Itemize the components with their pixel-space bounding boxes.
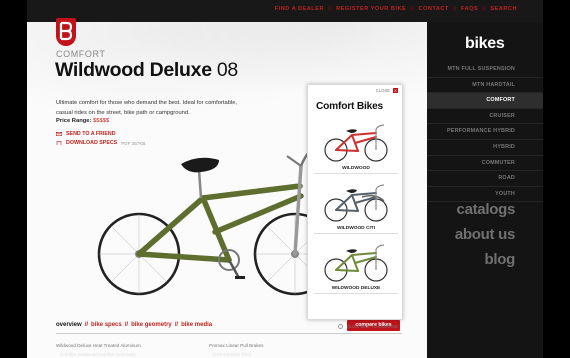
document-icon: [56, 141, 62, 145]
feature-item: Wildwood Deluxe Heat Treated Aluminum: [56, 343, 141, 348]
topnav-faqs[interactable]: FAQS: [461, 6, 478, 12]
tabs-divider: [56, 333, 402, 334]
magnifier-icon: [338, 324, 343, 329]
product-tabs: overview//bike specs//bike geometry//bik…: [56, 322, 212, 328]
sidebar-item-mtn-hardtail[interactable]: MTN HARDTAIL: [427, 78, 543, 94]
product-year: 08: [216, 59, 238, 81]
tab-bike-media[interactable]: bike media: [181, 322, 212, 328]
sidebar-item-comfort[interactable]: COMFORT: [427, 93, 543, 109]
topnav-separator: ||: [452, 6, 457, 12]
topnav-separator: ||: [482, 6, 487, 12]
price-value: $$$$$: [93, 118, 110, 124]
comfort-bikes-popup: CLOSE X Comfort Bikes WILDWOOD WILDWOOD …: [307, 84, 403, 329]
nav-catalogs[interactable]: catalogs: [427, 201, 543, 218]
sidebar-item-mtn-full-suspension[interactable]: MTN FULL SUSPENSION: [427, 62, 543, 78]
sidebar-item-road[interactable]: ROAD: [427, 171, 543, 187]
close-icon: X: [393, 88, 398, 93]
feature-item-faded: CST-Comfort Tires: [213, 352, 252, 357]
product-title: Wildwood Deluxe 08: [55, 59, 238, 82]
close-label: CLOSE: [375, 88, 390, 93]
bike-card-label: WILDWOOD CITI: [336, 226, 376, 231]
tab-overview[interactable]: overview: [56, 322, 82, 328]
bike-thumbnail: [324, 184, 388, 222]
topnav-separator: ||: [410, 6, 415, 12]
topnav-separator: ||: [328, 6, 333, 12]
bike-thumbnail: [324, 124, 388, 162]
bike-card-label: WILDWOOD DELUXE: [331, 286, 381, 291]
nav-blog[interactable]: blog: [427, 251, 543, 268]
page-frame: FIND A DEALER || REGISTER YOUR BIKE || CONTA…: [27, 0, 543, 358]
sidebar-item-hybrid[interactable]: HYBRID: [427, 140, 543, 156]
bike-card-wildwood-citi[interactable]: WILDWOOD CITI: [314, 179, 398, 234]
topnav-contact[interactable]: CONTACT: [418, 6, 448, 12]
tab-bike-specs[interactable]: bike specs: [91, 322, 122, 328]
sidebar-item-cruiser[interactable]: CRUISER: [427, 109, 543, 125]
top-nav: FIND A DEALER || REGISTER YOUR BIKE || CONTA…: [275, 6, 517, 12]
nav-about-us[interactable]: about us: [427, 226, 543, 243]
tab-separator: //: [84, 322, 89, 328]
topnav-find-dealer[interactable]: FIND A DEALER: [275, 6, 324, 12]
enlarge-hint: CLICK BIKE TO ENLARGE: [338, 324, 398, 329]
enlarge-hint-label: CLICK BIKE TO ENLARGE: [347, 324, 399, 329]
product-category: COMFORT: [56, 49, 106, 59]
bike-thumbnail: [324, 244, 388, 282]
bike-card-label: WILDWOOD: [342, 166, 370, 171]
brand-logo[interactable]: [56, 18, 76, 46]
product-bike-image[interactable]: [95, 126, 325, 316]
feature-item-faded: Comfort Frame w/ Comfort Geometry: [60, 352, 136, 357]
sidebar-item-commuter[interactable]: COMMUTER: [427, 156, 543, 172]
product-name: Wildwood Deluxe: [55, 59, 212, 81]
sidebar-title: bikes: [465, 35, 505, 52]
tab-separator: //: [124, 322, 129, 328]
tab-bike-geometry[interactable]: bike geometry: [131, 322, 172, 328]
tab-separator: //: [174, 322, 179, 328]
topnav-search[interactable]: SEARCH: [490, 6, 517, 12]
price-range: Price Range: $$$$$: [56, 118, 109, 124]
price-label: Price Range:: [56, 118, 92, 124]
product-description: Ultimate comfort for those who demand th…: [56, 100, 238, 116]
sidebar-item-performance-hybrid[interactable]: PERFORMANCE HYBRID: [427, 124, 543, 140]
topnav-register-bike[interactable]: REGISTER YOUR BIKE: [336, 6, 406, 12]
sidebar-item-youth[interactable]: YOUTH: [427, 187, 543, 203]
bike-category-nav: MTN FULL SUSPENSION MTN HARDTAIL COMFORT…: [427, 62, 543, 203]
product-panel: COMFORT Wildwood Deluxe 08 Ultimate comf…: [27, 22, 427, 358]
top-bar: FIND A DEALER || REGISTER YOUR BIKE || CONTA…: [27, 0, 543, 22]
popup-title: Comfort Bikes: [316, 101, 384, 112]
envelope-icon: [56, 132, 62, 136]
popup-close-button[interactable]: CLOSE X: [376, 88, 398, 93]
brand-logo-icon: [59, 21, 73, 41]
feature-item: Promax Linear Pull Brakes: [209, 343, 264, 348]
bike-card-wildwood[interactable]: WILDWOOD: [314, 119, 398, 174]
bike-card-wildwood-deluxe[interactable]: WILDWOOD DELUXE: [314, 239, 398, 294]
